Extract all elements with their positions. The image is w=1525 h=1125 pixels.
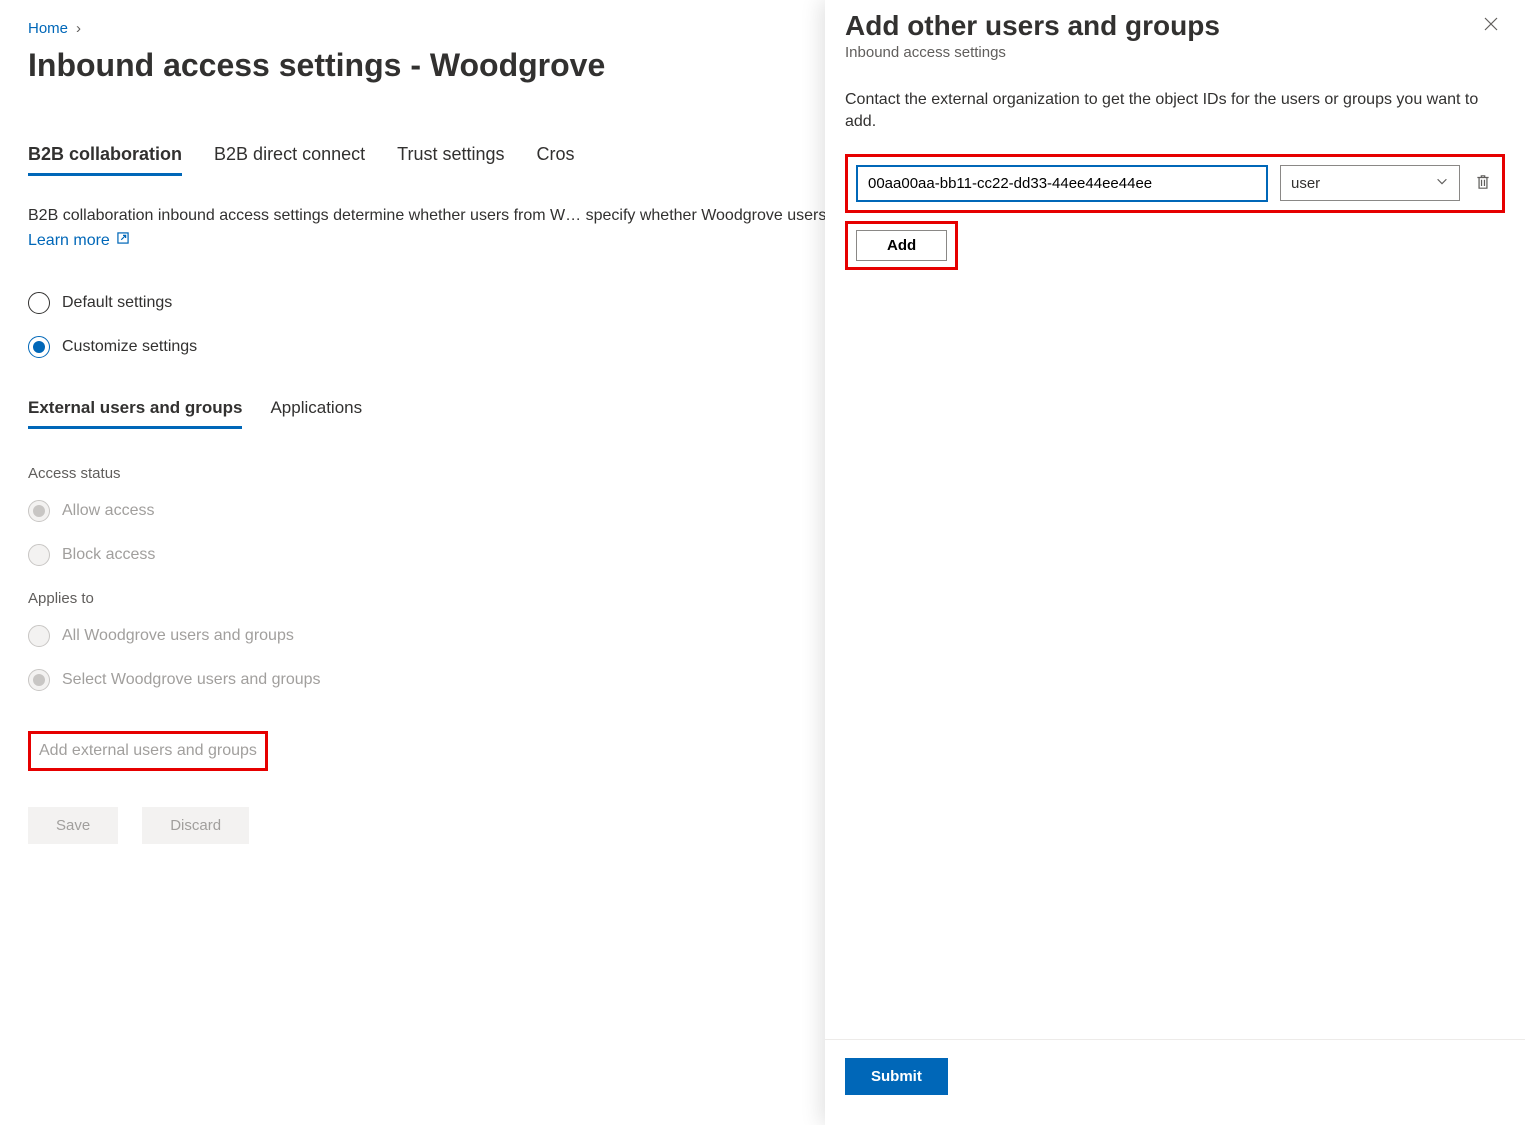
type-select-value: user: [1291, 175, 1320, 192]
highlight-object-row: user: [845, 154, 1505, 213]
highlight-add-button: Add: [845, 221, 958, 270]
panel-description: Contact the external organization to get…: [845, 89, 1505, 134]
panel-title: Add other users and groups: [845, 10, 1220, 42]
tab-trust-settings[interactable]: Trust settings: [397, 144, 504, 176]
save-button[interactable]: Save: [28, 807, 118, 844]
highlight-add-external: Add external users and groups: [28, 731, 268, 771]
tab-cross-tenant[interactable]: Cros: [537, 144, 575, 176]
radio-icon: [28, 336, 50, 358]
chevron-right-icon: ›: [76, 20, 81, 37]
add-button[interactable]: Add: [856, 230, 947, 261]
external-link-icon: [116, 231, 130, 250]
learn-more-label: Learn more: [28, 232, 110, 250]
tab-applications[interactable]: Applications: [270, 398, 362, 429]
select-users-label: Select Woodgrove users and groups: [62, 671, 321, 689]
tab-external-users[interactable]: External users and groups: [28, 398, 242, 429]
radio-default-label: Default settings: [62, 294, 172, 312]
object-id-input[interactable]: [856, 165, 1268, 202]
add-users-panel: Add other users and groups Inbound acces…: [825, 0, 1525, 1125]
add-external-users-link[interactable]: Add external users and groups: [37, 736, 259, 766]
submit-button[interactable]: Submit: [845, 1058, 948, 1095]
type-select[interactable]: user: [1280, 165, 1460, 201]
delete-icon[interactable]: [1472, 173, 1494, 194]
radio-icon: [28, 625, 50, 647]
radio-icon: [28, 544, 50, 566]
block-access-label: Block access: [62, 546, 155, 564]
radio-icon: [28, 292, 50, 314]
chevron-down-icon: [1435, 174, 1449, 192]
panel-subtitle: Inbound access settings: [845, 44, 1220, 61]
tab-b2b-collaboration[interactable]: B2B collaboration: [28, 144, 182, 176]
tab-b2b-direct-connect[interactable]: B2B direct connect: [214, 144, 365, 176]
radio-icon: [28, 500, 50, 522]
discard-button[interactable]: Discard: [142, 807, 249, 844]
close-icon[interactable]: [1477, 10, 1505, 43]
radio-icon: [28, 669, 50, 691]
breadcrumb-home[interactable]: Home: [28, 20, 68, 37]
learn-more-link[interactable]: Learn more: [28, 231, 130, 250]
all-users-label: All Woodgrove users and groups: [62, 627, 294, 645]
radio-customize-label: Customize settings: [62, 338, 197, 356]
allow-access-label: Allow access: [62, 502, 154, 520]
